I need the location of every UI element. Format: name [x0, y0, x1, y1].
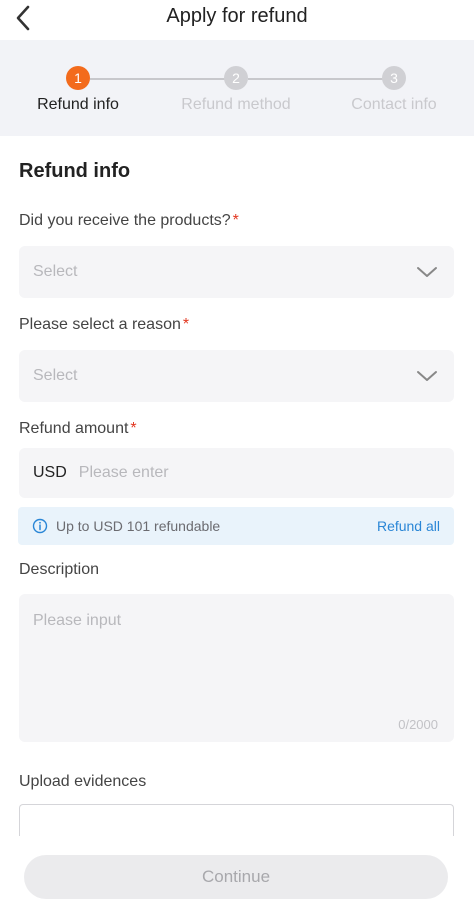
step-contact-info: 3 Contact info	[314, 66, 474, 114]
footer-bar: Continue	[0, 836, 474, 922]
required-mark: *	[130, 420, 137, 437]
step-number-badge: 2	[224, 66, 248, 90]
received-products-label: Did you receive the products? *	[19, 212, 239, 229]
progress-stepper: 1 Refund info 2 Refund method 3 Contact …	[0, 40, 474, 136]
reason-select[interactable]: Select	[19, 350, 454, 402]
step-label: Refund method	[181, 96, 291, 113]
page-title: Apply for refund	[166, 5, 308, 27]
description-field: 0/2000	[19, 594, 454, 742]
refund-amount-label: Refund amount *	[19, 420, 137, 437]
required-mark: *	[232, 212, 239, 229]
step-refund-info: 1 Refund info	[0, 66, 158, 114]
upload-evidence-box[interactable]	[19, 804, 454, 838]
step-number-badge: 3	[382, 66, 406, 90]
continue-button[interactable]: Continue	[24, 855, 448, 899]
received-products-select[interactable]: Select	[19, 246, 454, 298]
refund-amount-field: USD	[19, 448, 454, 498]
info-icon	[32, 518, 48, 534]
refund-amount-input[interactable]	[78, 464, 379, 482]
refund-all-link[interactable]: Refund all	[377, 518, 440, 534]
reason-label: Please select a reason *	[19, 316, 190, 333]
character-counter: 0/2000	[398, 717, 438, 732]
currency-label: USD	[33, 464, 67, 481]
refundable-amount-text: Up to USD 101 refundable	[56, 518, 221, 534]
chevron-down-icon	[417, 371, 437, 381]
section-title: Refund info	[19, 160, 131, 182]
step-label: Refund info	[37, 96, 119, 113]
description-textarea[interactable]	[19, 594, 454, 742]
select-placeholder: Select	[33, 367, 78, 384]
select-placeholder: Select	[33, 263, 78, 280]
step-label: Contact info	[351, 96, 437, 113]
step-number-badge: 1	[66, 66, 90, 90]
refundable-notice: Up to USD 101 refundable Refund all	[18, 507, 454, 545]
step-refund-method: 2 Refund method	[156, 66, 316, 114]
header-bar: Apply for refund	[0, 0, 474, 40]
chevron-down-icon	[417, 267, 437, 277]
required-mark: *	[182, 316, 190, 333]
upload-evidences-label: Upload evidences	[19, 773, 147, 790]
description-label: Description	[19, 561, 100, 578]
